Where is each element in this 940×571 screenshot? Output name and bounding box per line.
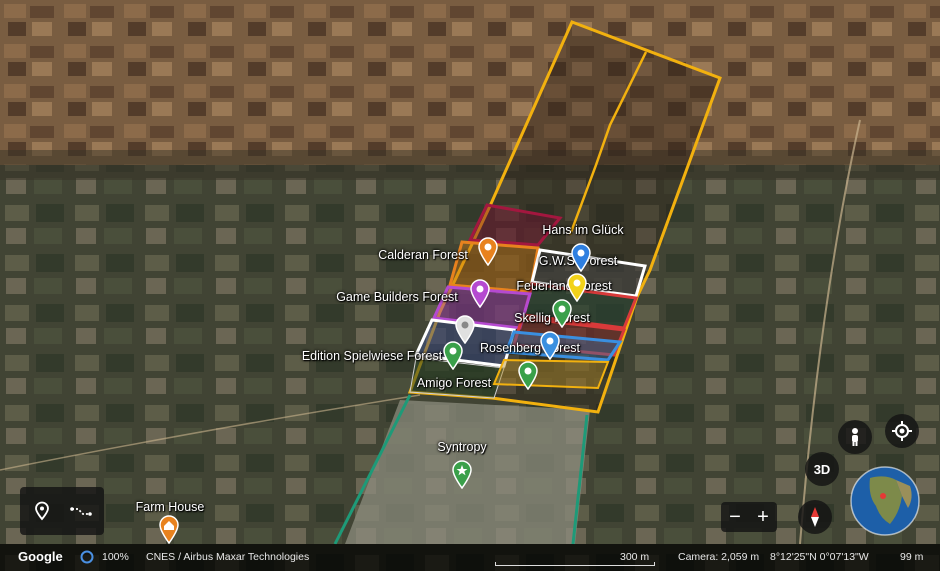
camera-altitude: Camera: 2,059 m: [678, 551, 760, 563]
attribution: CNES / Airbus Maxar Technologies: [146, 551, 310, 563]
label-edition-spielwiese-forest[interactable]: Edition Spielwiese Forest: [302, 349, 442, 363]
amigo-east-plot: [492, 358, 610, 390]
label-feuerland-forest[interactable]: Feuerland Forest: [516, 279, 611, 293]
my-location-target-icon[interactable]: [885, 414, 919, 448]
loading-circle-icon: [80, 550, 94, 564]
elevation: 99 m: [900, 551, 924, 563]
label-farm-house[interactable]: Farm House: [136, 500, 205, 514]
pin-rosenberg-icon[interactable]: [539, 330, 561, 360]
globe-icon[interactable]: [850, 466, 920, 536]
pin-skellig-icon[interactable]: [551, 298, 573, 328]
label-calderan-forest[interactable]: Calderan Forest: [378, 248, 468, 262]
path-icon[interactable]: [70, 501, 92, 521]
tool-panel: [20, 487, 104, 535]
label-hans-im-glueck[interactable]: Hans im Glück: [542, 223, 623, 237]
label-amigo-forest[interactable]: Amigo Forest: [417, 376, 491, 390]
pin-edition-spielwiese-icon[interactable]: [442, 340, 464, 370]
streetview-pegman-icon[interactable]: [838, 420, 872, 454]
view-3d-button[interactable]: 3D: [805, 452, 839, 486]
pin-farm-house-icon[interactable]: [158, 514, 180, 544]
zoom-out-button[interactable]: −: [729, 506, 741, 529]
compass-icon[interactable]: [798, 500, 832, 534]
pin-calderan-icon[interactable]: [477, 236, 499, 266]
zoom-percent: 100%: [102, 551, 129, 563]
coordinates: 8°12'25"N 0°07'13"W: [770, 551, 869, 563]
scale-bar: [495, 562, 655, 566]
label-rosenberg-forest[interactable]: Rosenberg Forest: [480, 341, 580, 355]
label-game-builders-forest[interactable]: Game Builders Forest: [336, 290, 458, 304]
pin-gws-icon[interactable]: [570, 242, 592, 272]
pin-syntropy-star-icon[interactable]: [451, 459, 473, 489]
zoom-control: − +: [721, 502, 777, 532]
location-pin-icon[interactable]: [32, 501, 52, 521]
label-syntropy[interactable]: Syntropy: [437, 440, 486, 454]
pin-amigo-icon[interactable]: [517, 360, 539, 390]
zoom-in-button[interactable]: +: [757, 506, 769, 529]
google-logo: Google: [18, 549, 63, 564]
status-bar: Google 100% CNES / Airbus Maxar Technolo…: [0, 544, 940, 571]
pin-game-builders-icon[interactable]: [469, 278, 491, 308]
